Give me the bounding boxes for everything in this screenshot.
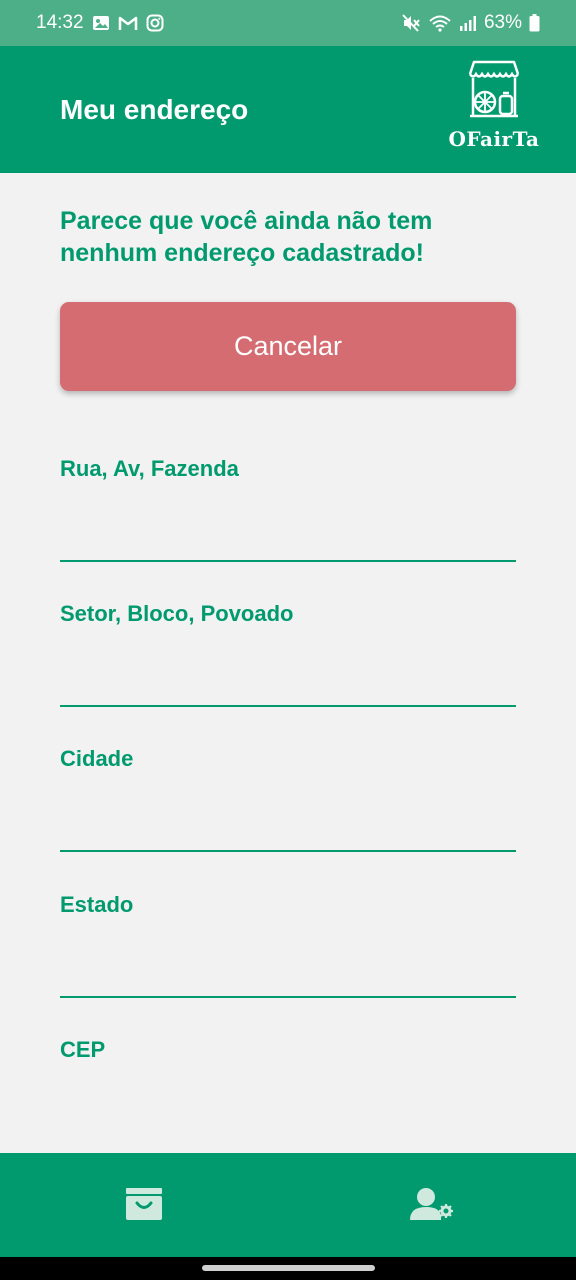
wifi-icon <box>428 14 452 32</box>
app-header: Meu endereço OFairTa <box>0 46 576 173</box>
city-input[interactable] <box>60 782 516 852</box>
state-label: Estado <box>60 892 134 917</box>
nav-profile-button[interactable] <box>407 1181 457 1231</box>
shopping-bag-icon <box>125 1187 163 1226</box>
user-settings-icon <box>409 1187 455 1226</box>
battery-icon <box>529 14 540 32</box>
cep-input[interactable] <box>60 1073 516 1143</box>
state-input[interactable] <box>60 928 516 998</box>
street-label: Rua, Av, Fazenda <box>60 456 239 481</box>
city-label: Cidade <box>60 746 134 771</box>
gmail-icon <box>118 15 138 31</box>
gallery-icon <box>92 14 110 32</box>
empty-address-notice: Parece que você ainda não tem nenhum end… <box>60 207 433 267</box>
sector-field: Setor, Bloco, Povoado <box>60 601 516 721</box>
sector-label: Setor, Bloco, Povoado <box>60 601 294 626</box>
gesture-bar <box>0 1257 576 1280</box>
street-input[interactable] <box>60 492 516 562</box>
mute-icon <box>401 14 421 32</box>
nav-shop-button[interactable] <box>119 1181 169 1231</box>
cep-field: CEP <box>60 1037 516 1157</box>
battery-percent: 63% <box>483 12 522 33</box>
city-field: Cidade <box>60 746 516 866</box>
cancel-button[interactable]: Cancelar <box>60 302 516 391</box>
instagram-icon <box>146 14 164 32</box>
sector-input[interactable] <box>60 637 516 707</box>
signal-icon <box>459 15 477 31</box>
page-title: Meu endereço <box>60 94 249 125</box>
status-bar: 14:32 63% <box>0 0 576 46</box>
street-field: Rua, Av, Fazenda <box>60 456 516 576</box>
home-gesture-handle[interactable] <box>202 1265 375 1271</box>
cep-label: CEP <box>60 1037 106 1062</box>
state-field: Estado <box>60 892 516 1012</box>
logo: OFairTa <box>444 60 544 151</box>
clock: 14:32 <box>36 12 84 33</box>
market-stall-icon <box>464 60 524 123</box>
bottom-nav <box>0 1153 576 1257</box>
logo-text: OFairTa <box>448 127 540 151</box>
